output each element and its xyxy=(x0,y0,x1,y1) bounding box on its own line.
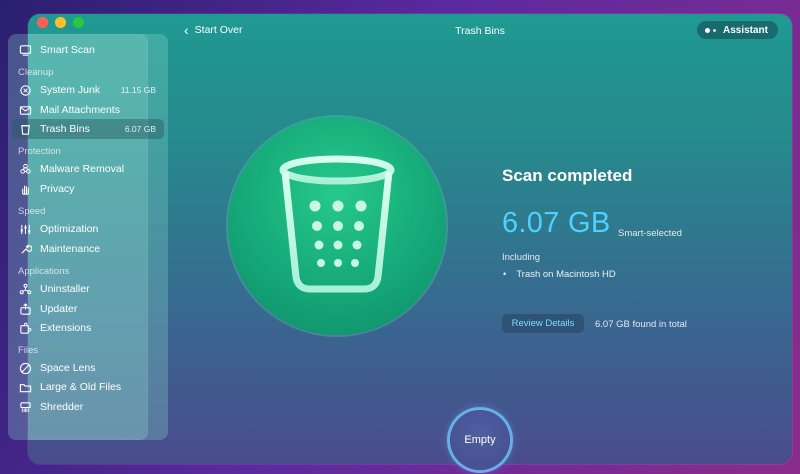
sidebar-item-label: Smart Scan xyxy=(40,44,95,56)
shredder-icon xyxy=(18,400,32,414)
mail-icon xyxy=(18,103,32,117)
trash-bin-illustration xyxy=(228,117,446,335)
junk-size-value: 6.07 GB xyxy=(502,207,611,239)
chevron-left-icon: ‹ xyxy=(184,22,189,38)
fullscreen-button[interactable] xyxy=(73,17,84,28)
hand-icon xyxy=(18,182,32,196)
sidebar-item-label: System Junk xyxy=(40,84,101,96)
sidebar-item-mail-attachments[interactable]: Mail Attachments xyxy=(12,100,164,120)
sidebar-item-label: Large & Old Files xyxy=(40,381,122,393)
bullet: • xyxy=(503,269,507,280)
review-details-button[interactable]: Review Details xyxy=(502,314,584,333)
smart-scan-icon xyxy=(18,43,32,57)
window-traffic-lights xyxy=(37,17,84,28)
sidebar-item-system-junk[interactable]: System Junk 11.15 GB xyxy=(12,80,164,100)
sidebar-item-uninstaller[interactable]: Uninstaller xyxy=(12,279,164,299)
updater-icon xyxy=(18,302,32,316)
sidebar-item-optimization[interactable]: Optimization xyxy=(12,219,164,239)
section-cleanup: Cleanup xyxy=(18,67,54,78)
sidebar-item-label: Optimization xyxy=(40,223,99,235)
space-lens-icon xyxy=(18,361,32,375)
sidebar-item-label: Updater xyxy=(40,303,78,315)
sidebar-item-updater[interactable]: Updater xyxy=(12,299,164,319)
section-applications: Applications xyxy=(18,266,70,277)
biohazard-icon xyxy=(18,162,32,176)
sidebar-item-maintenance[interactable]: Maintenance xyxy=(12,239,164,259)
system-junk-icon xyxy=(18,83,32,97)
sidebar-item-privacy[interactable]: Privacy xyxy=(12,179,164,199)
sidebar-item-label: Privacy xyxy=(40,183,75,195)
section-speed: Speed xyxy=(18,206,46,217)
sidebar-item-label: Malware Removal xyxy=(40,163,125,175)
empty-button-label: Empty xyxy=(464,434,496,446)
including-label: Including xyxy=(502,252,541,263)
smart-selected-note: Smart-selected xyxy=(618,228,682,239)
section-protection: Protection xyxy=(18,146,61,157)
trash-can-icon xyxy=(279,155,395,293)
sidebar-item-label: Trash Bins xyxy=(40,123,90,135)
uninstaller-icon xyxy=(18,282,32,296)
folder-icon xyxy=(18,380,32,394)
including-list-item: • Trash on Macintosh HD xyxy=(503,269,616,280)
sidebar-item-label: Mail Attachments xyxy=(40,104,120,116)
found-total-text: 6.07 GB found in total xyxy=(595,319,687,330)
sidebar-item-label: Extensions xyxy=(40,322,92,334)
assistant-icon xyxy=(704,27,716,33)
sidebar-item-smart-scan[interactable]: Smart Scan xyxy=(12,40,164,60)
scan-status-title: Scan completed xyxy=(502,166,633,185)
wrench-icon xyxy=(18,242,32,256)
close-button[interactable] xyxy=(37,17,48,28)
start-over-label: Start Over xyxy=(194,24,243,36)
sidebar-item-space-lens[interactable]: Space Lens xyxy=(12,358,164,378)
assistant-button[interactable]: Assistant xyxy=(696,21,778,39)
sidebar-item-size: 6.07 GB xyxy=(124,124,156,134)
sidebar-item-label: Maintenance xyxy=(40,243,101,255)
sidebar-item-label: Uninstaller xyxy=(40,283,90,295)
extensions-icon xyxy=(18,321,32,335)
sidebar-item-label: Shredder xyxy=(40,401,84,413)
start-over-button[interactable]: ‹ Start Over xyxy=(184,22,243,38)
sidebar-item-malware-removal[interactable]: Malware Removal xyxy=(12,159,164,179)
trash-icon xyxy=(18,122,32,136)
assistant-label: Assistant xyxy=(722,24,768,36)
minimize-button[interactable] xyxy=(55,17,66,28)
sliders-icon xyxy=(18,222,32,236)
sidebar-item-label: Space Lens xyxy=(40,362,96,374)
sidebar-item-trash-bins[interactable]: Trash Bins 6.07 GB xyxy=(12,119,164,139)
sidebar-item-shredder[interactable]: Shredder xyxy=(12,397,164,417)
sidebar-item-large-old-files[interactable]: Large & Old Files xyxy=(12,377,164,397)
sidebar-item-extensions[interactable]: Extensions xyxy=(12,318,164,338)
page-title: Trash Bins xyxy=(455,25,505,37)
empty-button[interactable]: Empty xyxy=(450,410,510,470)
including-item-label: Trash on Macintosh HD xyxy=(516,269,616,280)
sidebar-item-size: 11.15 GB xyxy=(120,85,156,95)
section-files: Files xyxy=(18,345,39,356)
